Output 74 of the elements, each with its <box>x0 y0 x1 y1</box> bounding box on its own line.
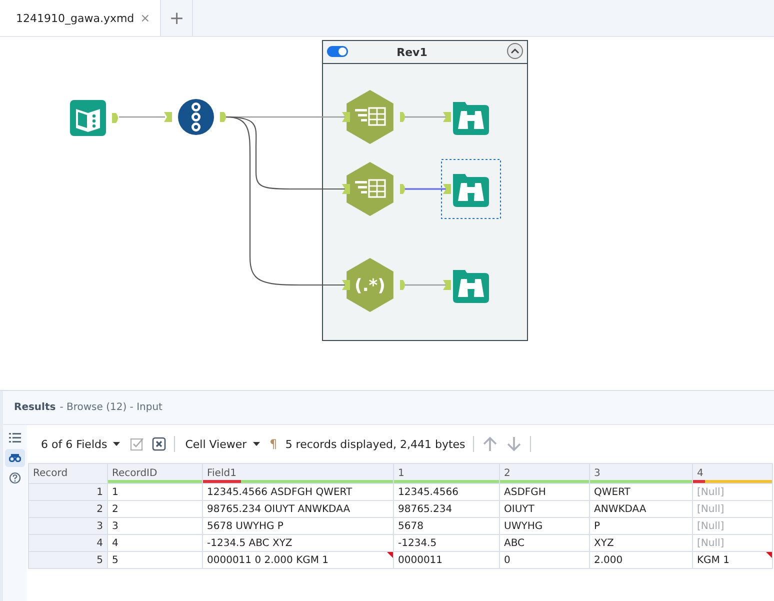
input-anchor-icon[interactable] <box>342 280 350 290</box>
table-cell: QWERT <box>590 484 692 500</box>
close-box-icon[interactable] <box>152 437 166 451</box>
collapse-icon[interactable] <box>507 43 523 59</box>
book-icon[interactable] <box>70 100 106 136</box>
table-cell: 4 <box>28 534 108 552</box>
table-cell: 12345.4566 <box>394 484 500 500</box>
filter-table-icon[interactable] <box>346 90 394 144</box>
table-cell: ABC <box>500 534 590 552</box>
input-anchor-icon[interactable] <box>443 112 451 122</box>
table-cell: ASDFGH <box>500 484 590 500</box>
column-header[interactable]: Record <box>28 464 108 484</box>
table-cell: 2 <box>28 500 108 518</box>
table-cell: [Null] <box>692 500 772 518</box>
table-cell: 3 <box>28 518 108 534</box>
arrow-up-icon[interactable] <box>482 436 498 452</box>
table-cell: 5 <box>28 552 108 568</box>
checkbox-icon[interactable] <box>130 437 144 451</box>
results-title: Results <box>14 402 56 413</box>
input-anchor-icon[interactable] <box>342 184 350 194</box>
table-cell: [Null] <box>692 518 772 534</box>
output-anchor-icon[interactable] <box>112 113 118 123</box>
input-anchor-icon[interactable] <box>443 280 451 290</box>
column-header[interactable]: RecordID <box>108 464 202 484</box>
table-cell: 4 <box>108 534 202 552</box>
table-cell: 1 <box>108 484 202 500</box>
table-cell: 2.000 <box>590 552 692 568</box>
records-summary: 5 records displayed, 2,441 bytes <box>285 438 466 450</box>
table-cell: ANWKDAA <box>590 500 692 518</box>
table-cell: 0 <box>500 552 590 568</box>
table-cell: 98765.234 <box>394 500 500 518</box>
caret-icon <box>113 442 120 446</box>
table-cell: KGM 1 <box>692 552 772 568</box>
table-cell: XYZ <box>590 534 692 552</box>
column-header[interactable]: 2 <box>500 464 590 484</box>
input-anchor-icon[interactable] <box>443 184 451 194</box>
column-header[interactable]: 1 <box>394 464 500 484</box>
input-anchor-icon[interactable] <box>342 112 350 122</box>
table-cell: 5678 <box>394 518 500 534</box>
column-header[interactable]: 4 <box>692 464 772 484</box>
output-anchor-icon[interactable] <box>400 184 405 194</box>
new-tab-button[interactable]: + <box>161 0 194 36</box>
input-anchor-icon[interactable] <box>164 112 172 122</box>
table-cell: OIUYT <box>500 500 590 518</box>
cell-viewer-dropdown[interactable]: Cell Viewer <box>183 438 262 450</box>
arrow-down-icon[interactable] <box>506 436 522 452</box>
table-cell: [Null] <box>692 534 772 552</box>
output-anchor-icon[interactable] <box>220 112 226 122</box>
close-icon[interactable]: × <box>140 11 150 25</box>
column-header[interactable]: Field1 <box>202 464 394 484</box>
fields-dropdown[interactable]: 6 of 6 Fields <box>39 438 122 450</box>
table-cell: P <box>590 518 692 534</box>
table-cell: 2 <box>108 500 202 518</box>
table-cell: 0000011 0 2.000 KGM 1 <box>202 552 394 568</box>
table-cell: 5678 UWYHG P <box>202 518 394 534</box>
numbered-list-icon[interactable] <box>178 99 214 135</box>
table-cell: [Null] <box>692 484 772 500</box>
regex-label: (.*) <box>354 276 386 296</box>
table-cell: UWYHG <box>500 518 590 534</box>
results-subtitle: - Browse (12) - Input <box>60 402 162 413</box>
caret-icon <box>252 442 260 446</box>
table-cell: -1234.5 <box>394 534 500 552</box>
table-cell: 12345.4566 ASDFGH QWERT <box>202 484 394 500</box>
output-anchor-icon[interactable] <box>400 280 405 290</box>
output-anchor-icon[interactable] <box>400 112 405 122</box>
file-tab[interactable]: 1241910_gawa.yxmd × <box>0 0 162 36</box>
table-cell: 5 <box>108 552 202 568</box>
table-cell: 3 <box>108 518 202 534</box>
table-cell: -1234.5 ABC XYZ <box>202 534 394 552</box>
container-title: Rev1 <box>396 46 428 59</box>
table-cell: 1 <box>28 484 108 500</box>
table-cell: 0000011 <box>394 552 500 568</box>
column-header[interactable]: 3 <box>590 464 692 484</box>
table-cell: 98765.234 OIUYT ANWKDAA <box>202 500 394 518</box>
